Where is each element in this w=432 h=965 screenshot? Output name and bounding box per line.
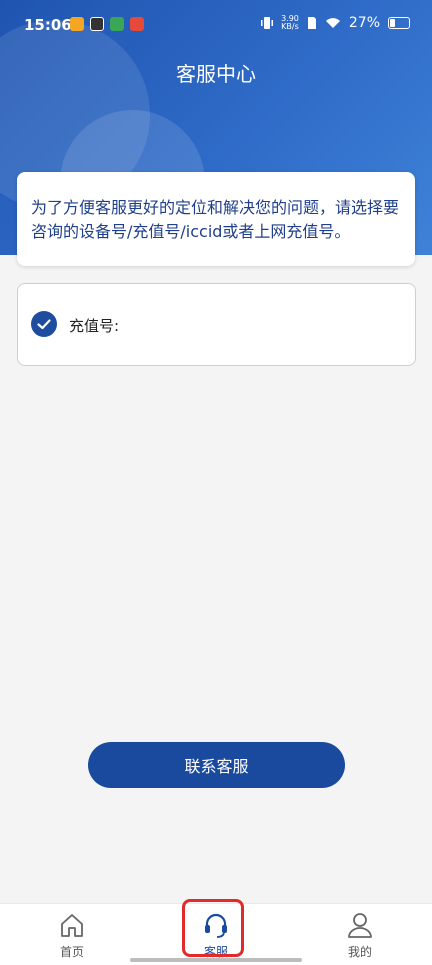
recharge-number-option[interactable]: 充值号: bbox=[17, 283, 416, 366]
contact-service-button[interactable]: 联系客服 bbox=[88, 742, 345, 788]
home-indicator[interactable] bbox=[130, 958, 302, 962]
checkmark-icon[interactable] bbox=[31, 311, 57, 337]
home-icon bbox=[61, 914, 83, 937]
network-speed: 3.90 KB/s bbox=[281, 15, 299, 31]
page-title: 客服中心 bbox=[176, 62, 256, 86]
tab-home-label: 首页 bbox=[59, 945, 84, 959]
app-notification-icon bbox=[90, 17, 104, 31]
tab-home[interactable]: 首页 bbox=[0, 904, 144, 965]
status-time: 15:06 bbox=[24, 16, 72, 34]
status-bar: 15:06 3.90 KB/s 27% bbox=[0, 0, 432, 52]
battery-percentage: 27% bbox=[348, 15, 380, 31]
battery-icon bbox=[388, 17, 410, 29]
weibo-notification-icon bbox=[70, 17, 84, 31]
user-icon bbox=[348, 913, 372, 938]
info-card: 为了方便客服更好的定位和解决您的问题，请选择要咨询的设备号/充值号/iccid或… bbox=[17, 172, 415, 266]
active-tab-highlight bbox=[182, 899, 244, 957]
vibrate-icon bbox=[261, 17, 274, 29]
app-notification-icon bbox=[130, 17, 144, 31]
system-icons: 3.90 KB/s 27% bbox=[261, 15, 410, 31]
wifi-icon bbox=[325, 18, 340, 28]
tab-mine-label: 我的 bbox=[347, 945, 372, 959]
notification-icons bbox=[70, 17, 144, 31]
sim-card-icon bbox=[307, 17, 316, 29]
recharge-number-label: 充值号: bbox=[69, 317, 120, 335]
network-speed-unit: KB/s bbox=[281, 22, 299, 31]
tab-mine[interactable]: 我的 bbox=[288, 904, 432, 965]
info-text: 为了方便客服更好的定位和解决您的问题，请选择要咨询的设备号/充值号/iccid或… bbox=[31, 198, 400, 241]
app-notification-icon bbox=[110, 17, 124, 31]
